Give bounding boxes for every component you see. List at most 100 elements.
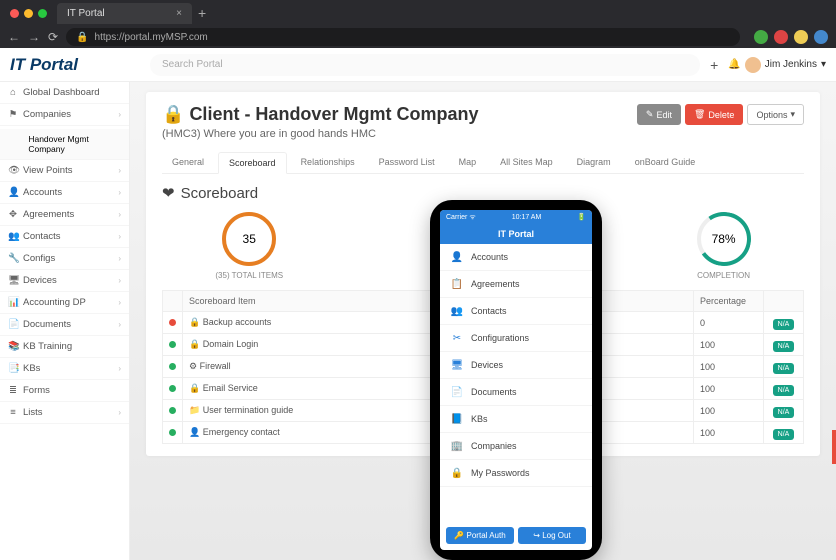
minimize-window-icon[interactable] [24, 9, 33, 18]
close-window-icon[interactable] [10, 9, 19, 18]
percentage-cell: 100 [694, 378, 764, 400]
table-header [764, 291, 804, 312]
phone-menu-item[interactable]: 👤 Accounts [440, 244, 592, 271]
menu-label: Accounts [471, 252, 508, 262]
reload-icon[interactable]: ⟳ [48, 30, 58, 44]
menu-icon: ✂ [450, 331, 464, 345]
sidebar-item[interactable]: ≣Forms [0, 380, 129, 402]
sidebar-icon: 📑 [8, 363, 18, 374]
portal-auth-button[interactable]: 🔑 Portal Auth [446, 527, 514, 544]
tab-password-list[interactable]: Password List [369, 152, 445, 173]
gauge-ring: 78% [697, 212, 751, 266]
sidebar-icon: 👁 [8, 165, 18, 176]
phone-mockup: Carrier ᯤ10:17 AM🔋 IT Portal 👤Accounts📋A… [430, 200, 602, 560]
content-tabs: GeneralScoreboardRelationshipsPassword L… [162, 152, 804, 174]
app-header: IT Portal Search Portal + 🔔 Jim Jenkins … [0, 48, 836, 82]
address-bar[interactable]: 🔒 https://portal.myMSP.com [66, 28, 740, 46]
tab-all-sites-map[interactable]: All Sites Map [490, 152, 563, 173]
menu-label: Documents [471, 387, 517, 397]
sidebar-item[interactable]: ✥Agreements› [0, 204, 129, 226]
sidebar-item[interactable]: ⚑Companies› [0, 104, 129, 126]
extension-icon[interactable] [754, 30, 768, 44]
tab-general[interactable]: General [162, 152, 214, 173]
phone-header: IT Portal [440, 224, 592, 244]
chevron-right-icon: › [118, 110, 121, 119]
browser-chrome: IT Portal × + ← → ⟳ 🔒 https://portal.myM… [0, 0, 836, 48]
tab-title: IT Portal [67, 8, 105, 19]
sidebar-item[interactable]: 👁View Points› [0, 160, 129, 182]
menu-icon: 📘 [450, 412, 464, 426]
phone-menu-item[interactable]: 🏢Companies [440, 433, 592, 460]
menu-label: Contacts [471, 306, 507, 316]
sidebar-item[interactable]: Handover Mgmt Company [0, 129, 129, 160]
sidebar-icon: ≡ [8, 407, 18, 418]
forward-icon[interactable]: → [28, 30, 40, 44]
user-menu[interactable]: 🔔 Jim Jenkins ▾ [728, 57, 826, 73]
tab-diagram[interactable]: Diagram [567, 152, 621, 173]
close-tab-icon[interactable]: × [176, 8, 182, 19]
back-icon[interactable]: ← [8, 30, 20, 44]
sidebar-item[interactable]: 📄Documents› [0, 314, 129, 336]
bell-icon[interactable]: 🔔 [728, 59, 740, 70]
phone-menu-item[interactable]: ✂Configurations [440, 325, 592, 352]
sidebar-icon: ⌂ [8, 87, 18, 98]
sidebar-label: Documents [23, 319, 71, 330]
sidebar-item[interactable]: 📊Accounting DP› [0, 292, 129, 314]
search-input[interactable]: Search Portal [150, 54, 700, 76]
sidebar-item[interactable]: ⌂Global Dashboard [0, 82, 129, 104]
heartbeat-icon: ❤ [162, 184, 175, 202]
status-dot [169, 319, 176, 326]
phone-menu-item[interactable]: 📋Agreements [440, 271, 592, 298]
sidebar-item[interactable]: 📑KBs› [0, 358, 129, 380]
tab-map[interactable]: Map [449, 152, 487, 173]
extension-icon[interactable] [814, 30, 828, 44]
chevron-right-icon: › [118, 408, 121, 417]
percentage-cell: 100 [694, 400, 764, 422]
menu-icon: 👤 [450, 250, 464, 264]
lock-icon: 🔒 [76, 32, 88, 43]
status-dot [169, 407, 176, 414]
window-controls[interactable] [10, 9, 47, 18]
add-button[interactable]: + [710, 57, 718, 73]
tab-scoreboard[interactable]: Scoreboard [218, 152, 287, 174]
sidebar-icon: 📊 [8, 297, 18, 308]
sidebar-item[interactable]: ≡Lists› [0, 402, 129, 424]
delete-button[interactable]: 🗑 Delete [685, 104, 743, 125]
status-badge: N/A [773, 385, 795, 396]
phone-menu-item[interactable]: 🔒My Passwords [440, 460, 592, 487]
edit-button[interactable]: ✎ Edit [637, 104, 681, 125]
phone-menu-item[interactable]: 📘KBs [440, 406, 592, 433]
sidebar-item[interactable]: 👥Contacts› [0, 226, 129, 248]
status-badge: N/A [773, 407, 795, 418]
extension-icon[interactable] [774, 30, 788, 44]
url-text: https://portal.myMSP.com [95, 32, 208, 43]
options-button[interactable]: Options ▾ [747, 104, 804, 125]
sidebar-item[interactable]: 🔧Configs› [0, 248, 129, 270]
tab-relationships[interactable]: Relationships [291, 152, 365, 173]
app-logo[interactable]: IT Portal [10, 55, 140, 75]
tab-onboard-guide[interactable]: onBoard Guide [625, 152, 706, 173]
status-badge: N/A [773, 341, 795, 352]
search-placeholder: Search Portal [162, 59, 223, 70]
browser-tab-bar: IT Portal × + [0, 0, 836, 26]
phone-menu-item[interactable]: 📄Documents [440, 379, 592, 406]
menu-icon: 🏢 [450, 439, 464, 453]
maximize-window-icon[interactable] [38, 9, 47, 18]
sidebar-item[interactable]: 👤Accounts› [0, 182, 129, 204]
lock-icon: 🔒 [162, 104, 184, 124]
logout-button[interactable]: ↪ Log Out [518, 527, 586, 544]
sidebar-item[interactable]: 🖥Devices› [0, 270, 129, 292]
status-dot [169, 341, 176, 348]
sidebar-label: Configs [23, 253, 55, 264]
sidebar-icon: 🖥 [8, 275, 18, 286]
browser-tab[interactable]: IT Portal × [57, 3, 192, 24]
phone-menu-item[interactable]: 👥Contacts [440, 298, 592, 325]
feedback-tab[interactable] [832, 430, 836, 464]
chevron-right-icon: › [118, 276, 121, 285]
new-tab-icon[interactable]: + [198, 5, 206, 21]
sidebar-icon: 👤 [8, 187, 18, 198]
sidebar-item[interactable]: 📚KB Training [0, 336, 129, 358]
sidebar-label: Accounting DP [23, 297, 86, 308]
phone-menu-item[interactable]: 🖥Devices [440, 352, 592, 379]
extension-icon[interactable] [794, 30, 808, 44]
